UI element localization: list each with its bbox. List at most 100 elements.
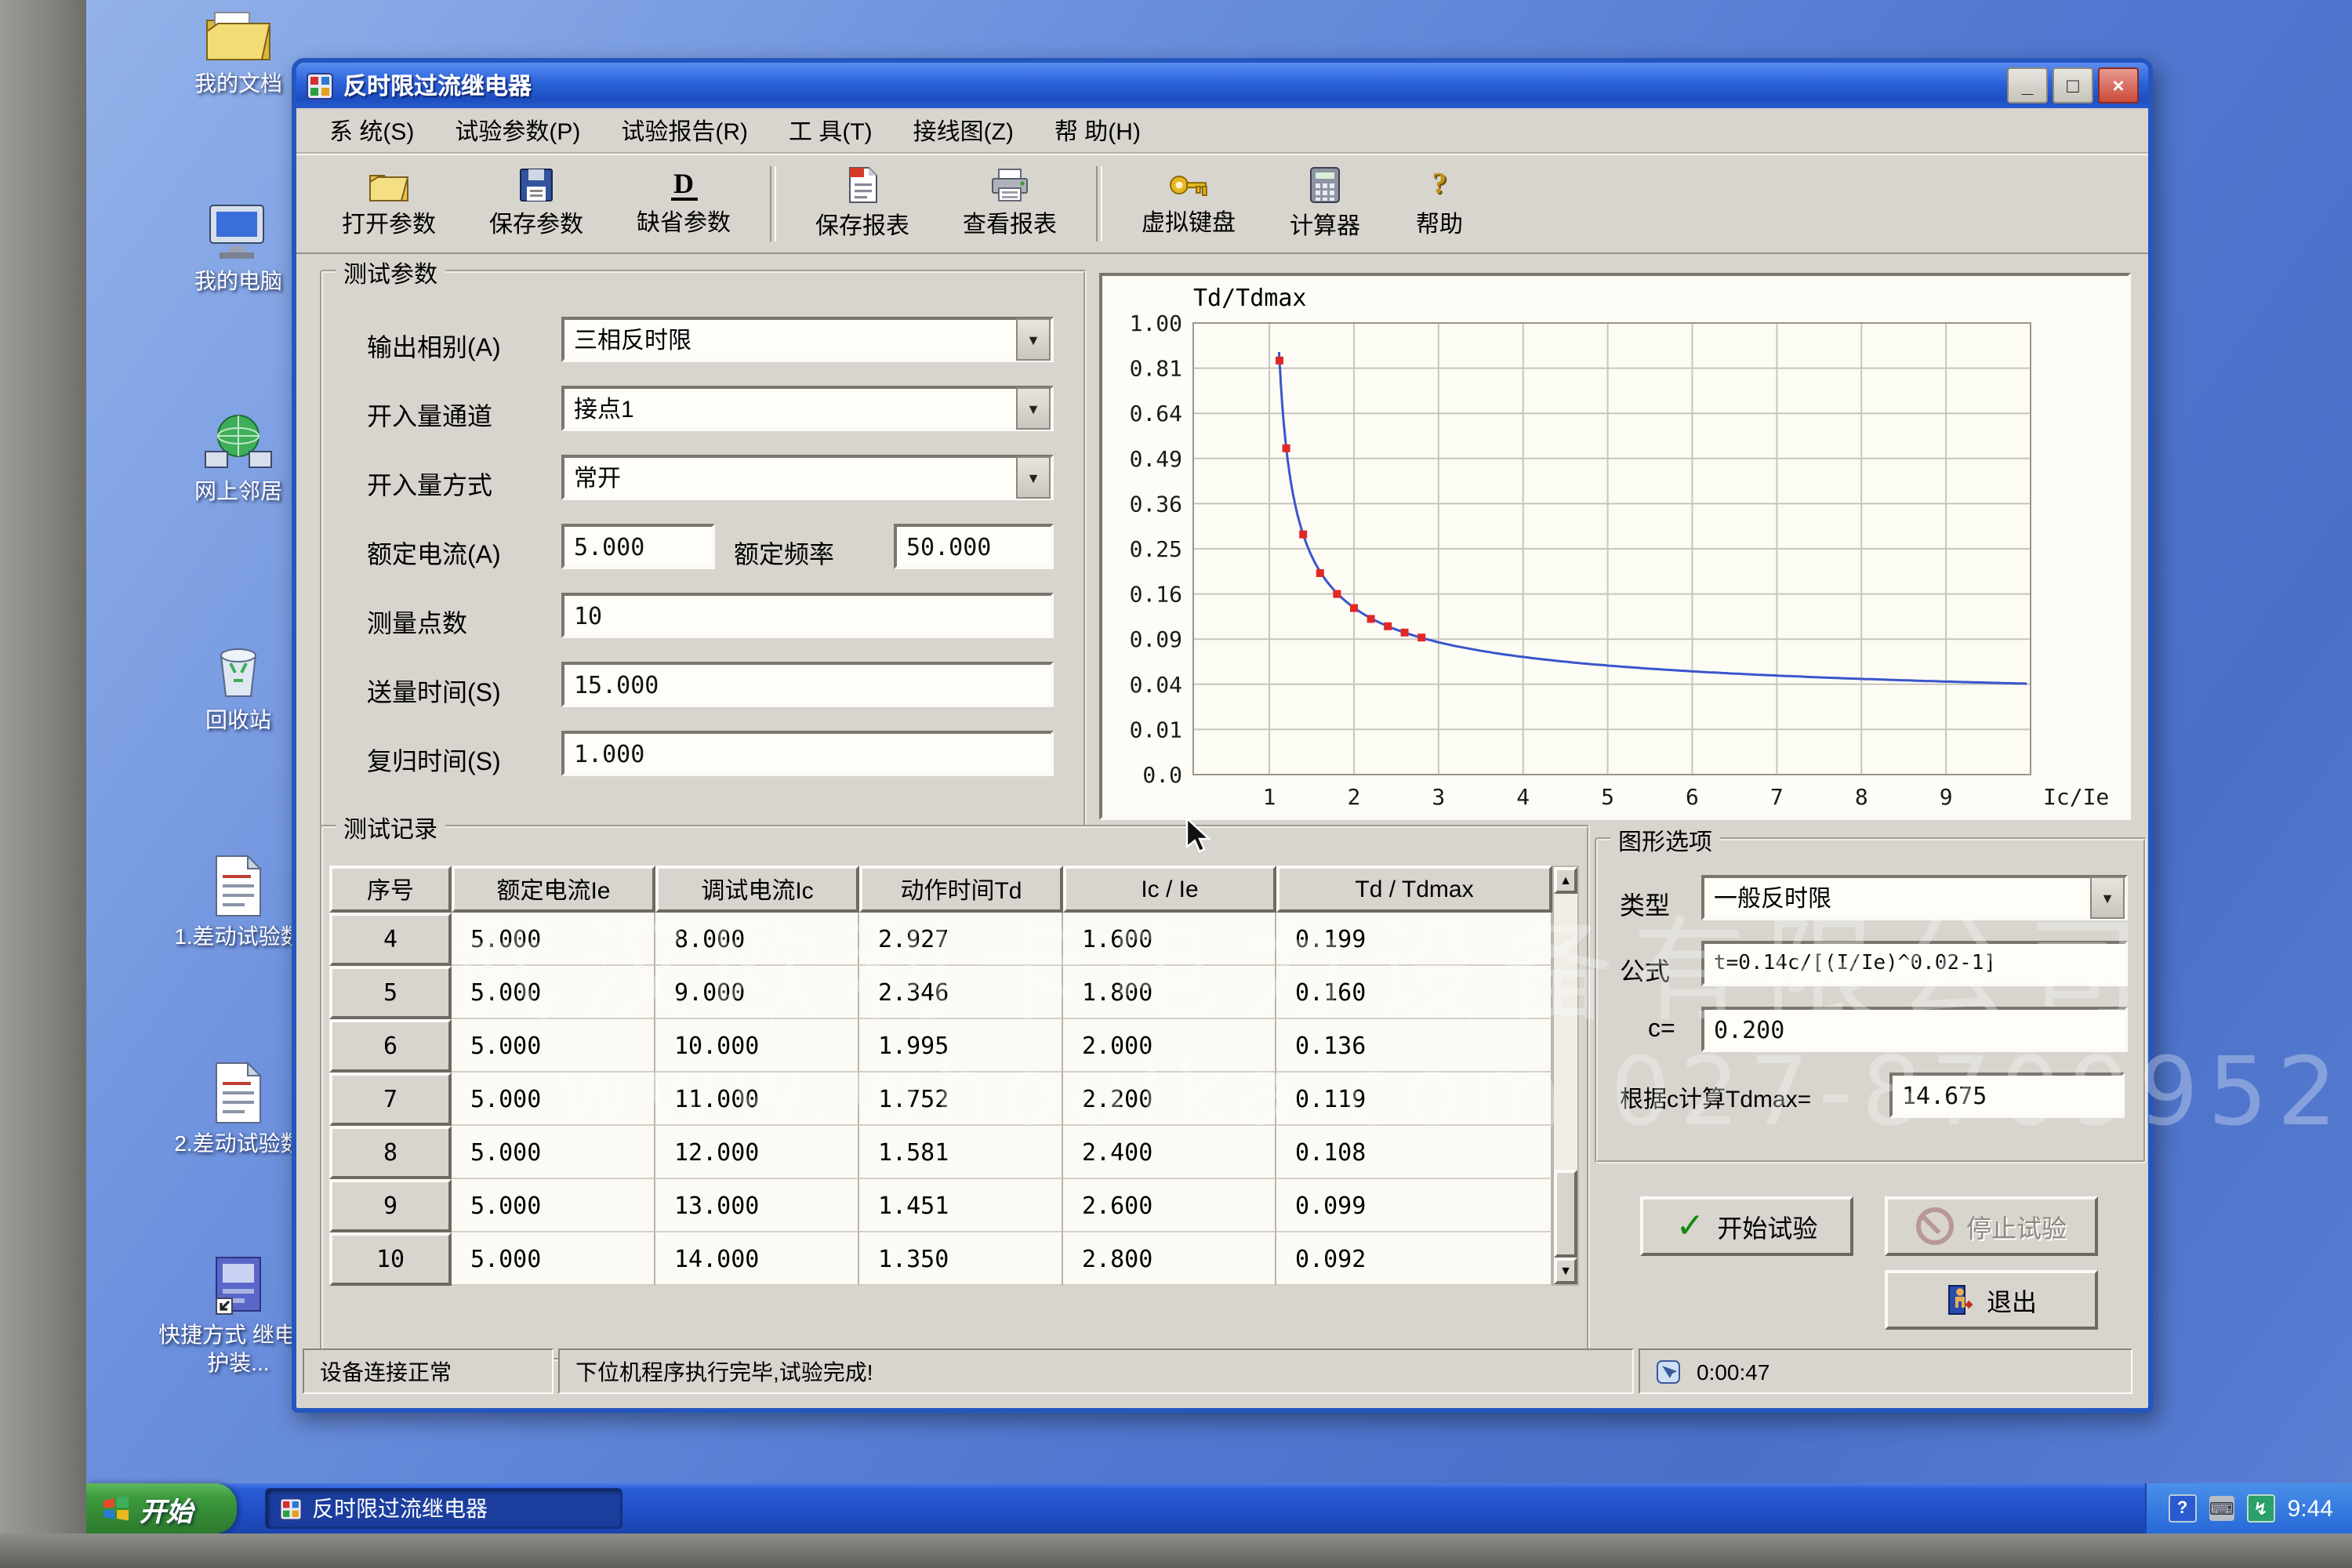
dropdown-arrow-icon[interactable]: ▼ xyxy=(1016,318,1051,361)
check-icon: ✓ xyxy=(1676,1209,1705,1243)
cell-ie: 5.000 xyxy=(452,1179,655,1232)
formula-input[interactable] xyxy=(1701,941,2128,986)
row-index-cell: 8 xyxy=(329,1126,452,1179)
app-window: 反时限过流继电器 _ □ × 系 统(S) 试验参数(P) 试验报告(R) 工 … xyxy=(292,58,2153,1413)
menu-help[interactable]: 帮 助(H) xyxy=(1034,109,1161,151)
open-params-icon xyxy=(368,167,409,201)
td-tdmax-chart: 1.000.810.640.490.360.250.160.090.040.01… xyxy=(1102,276,2128,817)
table-scrollbar[interactable]: ▲ ▼ xyxy=(1552,866,1579,1286)
cell-td: 1.581 xyxy=(859,1126,1063,1179)
cell-td-tdmax: 0.136 xyxy=(1276,1019,1552,1073)
cell-ic-ie: 1.600 xyxy=(1063,913,1276,966)
row-index-cell: 6 xyxy=(329,1019,452,1073)
tray-network-icon[interactable]: ↯ xyxy=(2247,1494,2275,1523)
svg-text:0.49: 0.49 xyxy=(1130,446,1182,472)
table-header-row: 序号 额定电流Ie 调试电流Ic 动作时间Td Ic / Ie Td / Tdm… xyxy=(329,866,1552,913)
default-params-button[interactable]: D 缺省参数 xyxy=(610,159,757,247)
stop-test-button[interactable]: 停止试验 xyxy=(1885,1196,2098,1256)
svg-text:3: 3 xyxy=(1432,784,1445,810)
save-params-button[interactable]: 保存参数 xyxy=(463,159,610,247)
table-row[interactable]: 6 5.000 10.000 1.995 2.000 0.136 xyxy=(329,1019,1552,1073)
chart-title: Td/Tdmax xyxy=(1193,284,1307,312)
window-titlebar[interactable]: 反时限过流继电器 _ □ × xyxy=(296,63,2148,108)
dropdown-arrow-icon[interactable]: ▼ xyxy=(2090,877,2125,919)
help-button[interactable]: ? 帮助 xyxy=(1388,159,1491,247)
maximize-button[interactable]: □ xyxy=(2053,67,2093,103)
svg-text:0.64: 0.64 xyxy=(1130,401,1182,426)
save-params-icon xyxy=(517,167,555,201)
windows-logo-icon xyxy=(102,1494,130,1523)
dropdown-arrow-icon[interactable]: ▼ xyxy=(1016,387,1051,430)
reset-time-input[interactable] xyxy=(561,731,1054,776)
chart-panel: 1.000.810.640.490.360.250.160.090.040.01… xyxy=(1099,273,2131,820)
cell-ic: 8.000 xyxy=(655,913,859,966)
cell-ic-ie: 2.400 xyxy=(1063,1126,1276,1179)
scroll-down-button[interactable]: ▼ xyxy=(1554,1258,1577,1284)
start-test-button[interactable]: ✓ 开始试验 xyxy=(1640,1196,1853,1256)
app-icon xyxy=(279,1497,303,1520)
tdmax-input[interactable] xyxy=(1889,1073,2125,1118)
view-report-icon xyxy=(989,167,1030,201)
cell-ic-ie: 2.000 xyxy=(1063,1019,1276,1073)
open-params-button[interactable]: 打开参数 xyxy=(315,159,463,247)
rated-current-input[interactable] xyxy=(561,524,715,569)
delivery-time-input[interactable] xyxy=(561,662,1054,707)
start-button[interactable]: 开始 xyxy=(86,1483,237,1534)
menu-wiring-diagram[interactable]: 接线图(Z) xyxy=(893,109,1034,151)
cell-ic-ie: 2.600 xyxy=(1063,1179,1276,1232)
scrollbar-thumb[interactable] xyxy=(1554,1170,1577,1258)
menu-test-report[interactable]: 试验报告(R) xyxy=(601,109,768,151)
menu-tools[interactable]: 工 具(T) xyxy=(768,109,893,151)
save-report-button[interactable]: 保存报表 xyxy=(789,159,936,247)
cell-ic: 11.000 xyxy=(655,1073,859,1126)
exit-button[interactable]: 退出 xyxy=(1885,1270,2098,1330)
svg-text:1.00: 1.00 xyxy=(1130,310,1182,336)
cell-ic-ie: 2.800 xyxy=(1063,1232,1276,1286)
taskbar-item-app[interactable]: 反时限过流继电器 xyxy=(265,1488,622,1529)
menu-system[interactable]: 系 统(S) xyxy=(309,109,434,151)
tray-device-icon[interactable]: ⌨ xyxy=(2209,1496,2234,1521)
input-channel-select[interactable]: 接点1 ▼ xyxy=(561,386,1054,431)
curve-type-label: 类型 xyxy=(1620,884,1670,922)
table-row[interactable]: 7 5.000 11.000 1.752 2.200 0.119 xyxy=(329,1073,1552,1126)
clock[interactable]: 9:44 xyxy=(2288,1495,2333,1522)
photo-of-screen: 我的文档 我的电脑 网上邻居 xyxy=(0,0,2352,1568)
desktop: 我的文档 我的电脑 网上邻居 xyxy=(86,0,2352,1534)
recycle-bin-icon xyxy=(202,640,274,702)
table-row[interactable]: 9 5.000 13.000 1.451 2.600 0.099 xyxy=(329,1179,1552,1232)
scrollbar-track[interactable] xyxy=(1554,894,1577,1258)
dropdown-arrow-icon[interactable]: ▼ xyxy=(1016,456,1051,499)
row-index-cell: 4 xyxy=(329,913,452,966)
test-records-group: 测试记录 序号 额定电流Ie 调试电流Ic 动作时间Td Ic / Ie Td … xyxy=(320,825,1590,1361)
svg-text:0.09: 0.09 xyxy=(1130,626,1182,652)
table-row[interactable]: 10 5.000 14.000 1.350 2.800 0.092 xyxy=(329,1232,1552,1286)
measure-points-input[interactable] xyxy=(561,593,1054,638)
view-report-button[interactable]: 查看报表 xyxy=(936,159,1083,247)
input-mode-label: 开入量方式 xyxy=(367,464,492,502)
svg-text:0.81: 0.81 xyxy=(1130,356,1182,382)
output-phase-select[interactable]: 三相反时限 ▼ xyxy=(561,317,1054,362)
tray-help-icon[interactable]: ? xyxy=(2169,1494,2197,1523)
tdmax-label: 根据c计算Tdmax= xyxy=(1620,1082,1811,1115)
status-device: 设备连接正常 xyxy=(303,1348,554,1394)
cell-td: 1.451 xyxy=(859,1179,1063,1232)
c-input[interactable] xyxy=(1701,1007,2128,1052)
col-header-ic: 调试电流Ic xyxy=(655,866,859,913)
table-row[interactable]: 5 5.000 9.000 2.346 1.800 0.160 xyxy=(329,966,1552,1019)
input-mode-select[interactable]: 常开 ▼ xyxy=(561,455,1054,500)
menu-test-params[interactable]: 试验参数(P) xyxy=(434,109,601,151)
close-button[interactable]: × xyxy=(2098,67,2139,103)
scroll-up-button[interactable]: ▲ xyxy=(1554,867,1577,894)
curve-type-select[interactable]: 一般反时限 ▼ xyxy=(1701,875,2128,920)
svg-text:5: 5 xyxy=(1601,784,1614,810)
rated-freq-input[interactable] xyxy=(894,524,1054,569)
minimize-button[interactable]: _ xyxy=(2007,67,2048,103)
col-header-index: 序号 xyxy=(329,866,452,913)
calculator-button[interactable]: 计算器 xyxy=(1262,159,1388,247)
graph-options-group: 图形选项 类型 一般反时限 ▼ 公式 c= 根据c计算Tdmax= xyxy=(1595,837,2147,1163)
col-header-ie: 额定电流Ie xyxy=(452,866,655,913)
mouse-cursor xyxy=(1184,817,1218,855)
table-row[interactable]: 8 5.000 12.000 1.581 2.400 0.108 xyxy=(329,1126,1552,1179)
table-row[interactable]: 4 5.000 8.000 2.927 1.600 0.199 xyxy=(329,913,1552,966)
virtual-keyboard-button[interactable]: 虚拟键盘 xyxy=(1115,159,1262,247)
